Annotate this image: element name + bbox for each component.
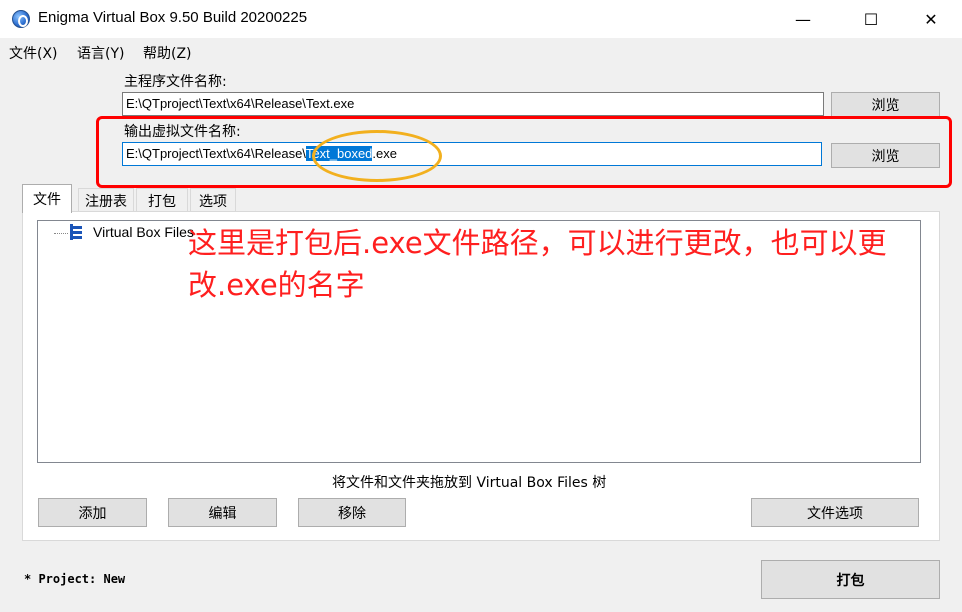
title-bar: Enigma Virtual Box 9.50 Build 20200225 —… (0, 0, 962, 38)
tree-hierarchy-icon (70, 224, 82, 240)
main-program-input[interactable]: E:\QTproject\Text\x64\Release\Text.exe (122, 92, 824, 116)
browse-main-button[interactable]: 浏览 (831, 92, 940, 117)
main-program-label: 主程序文件名称: (124, 74, 227, 90)
tree-connector (54, 233, 68, 234)
file-options-button[interactable]: 文件选项 (751, 498, 919, 527)
tab-files[interactable]: 文件 (22, 184, 72, 213)
remove-button[interactable]: 移除 (298, 498, 406, 527)
menu-bar: 文件(X) 语言(Y) 帮助(Z) (0, 38, 962, 64)
close-button[interactable]: ✕ (908, 0, 954, 38)
tab-options[interactable]: 选项 (190, 188, 236, 212)
tree-root-label[interactable]: Virtual Box Files (93, 224, 194, 240)
menu-help[interactable]: 帮助(Z) (143, 43, 192, 63)
annotation-text: 这里是打包后.exe文件路径，可以进行更改，也可以更改.exe的名字 (188, 226, 887, 302)
minimize-button[interactable]: — (780, 0, 826, 38)
edit-button[interactable]: 编辑 (168, 498, 277, 527)
drag-drop-hint: 将文件和文件夹拖放到 Virtual Box Files 树 (332, 475, 607, 491)
project-status: * Project: New (24, 572, 126, 586)
highlight-ellipse (312, 130, 442, 182)
menu-file[interactable]: 文件(X) (9, 43, 58, 63)
tab-registry[interactable]: 注册表 (78, 188, 134, 212)
maximize-button[interactable]: ☐ (848, 0, 894, 38)
menu-language[interactable]: 语言(Y) (77, 43, 124, 63)
window-title: Enigma Virtual Box 9.50 Build 20200225 (38, 9, 308, 26)
enigma-app-icon (12, 10, 30, 28)
add-button[interactable]: 添加 (38, 498, 147, 527)
pack-button[interactable]: 打包 (761, 560, 940, 599)
tab-pack[interactable]: 打包 (136, 188, 188, 212)
highlight-box (96, 116, 952, 188)
